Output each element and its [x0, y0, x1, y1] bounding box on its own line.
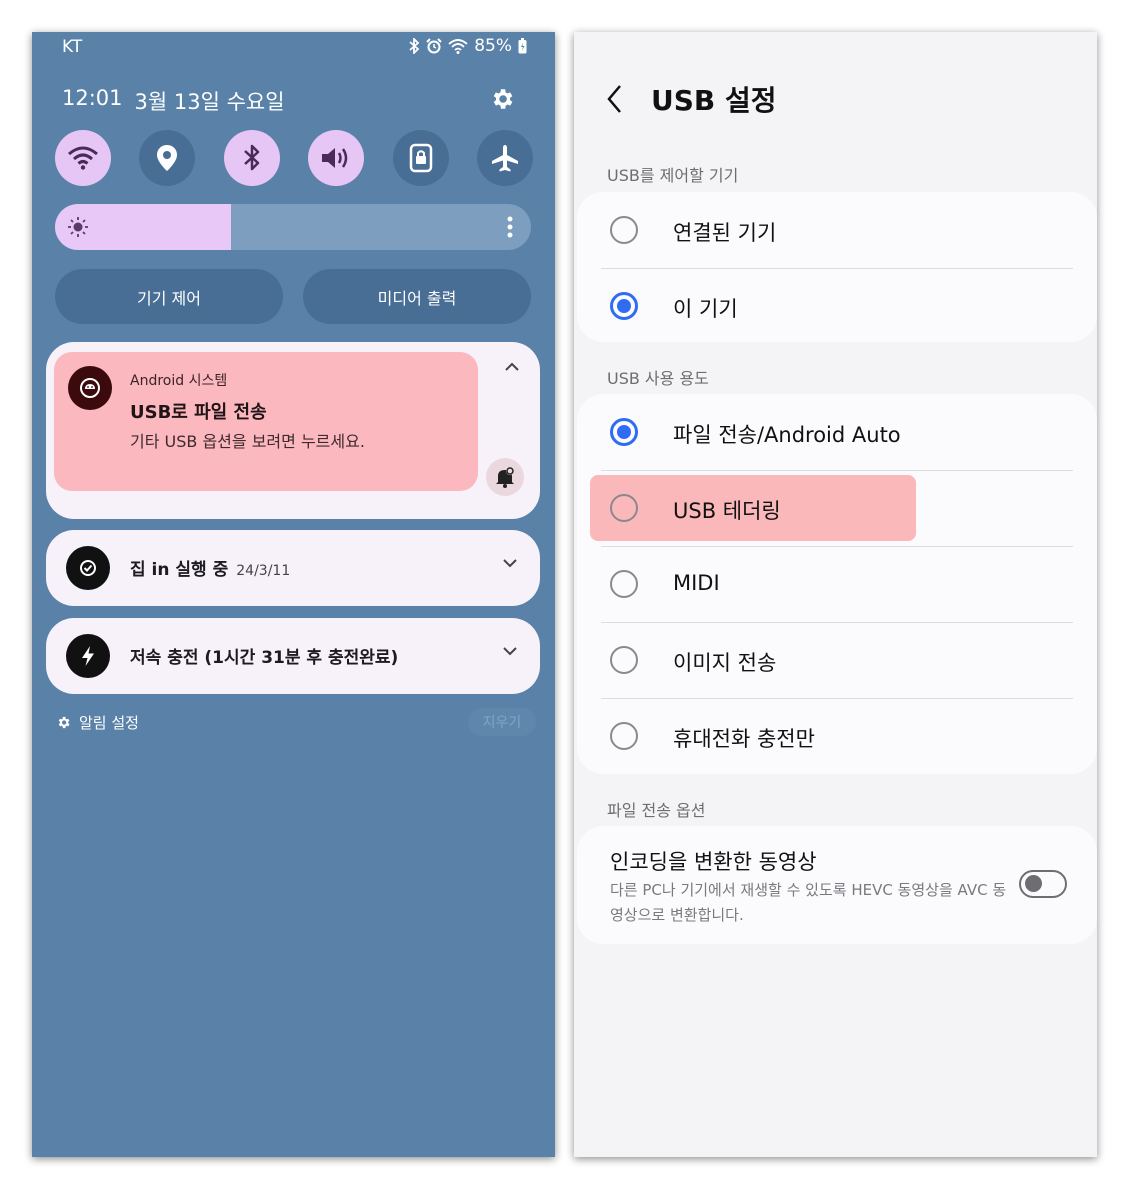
usage-option-file-transfer[interactable]: 파일 전송/Android Auto: [577, 394, 1097, 470]
location-icon: [157, 145, 178, 171]
qs-location-button[interactable]: [139, 130, 196, 186]
notification-app-name: Android 시스템: [130, 373, 228, 389]
controller-option-this-device[interactable]: 이 기기: [577, 268, 1097, 344]
usage-option-image-transfer[interactable]: 이미지 전송: [577, 622, 1097, 698]
airplane-icon: [491, 145, 518, 172]
usage-options: 파일 전송/Android Auto USB 테더링 MIDI 이미지 전송 휴…: [577, 394, 1097, 774]
controller-group: 연결된 기기 이 기기: [577, 192, 1097, 342]
gear-icon: [58, 716, 70, 729]
transcode-description: 다른 PC나 기기에서 재생할 수 있도록 HEVC 동영상을 AVC 동영상으…: [610, 881, 1007, 924]
radio-button[interactable]: [610, 216, 638, 244]
option-label: 연결된 기기: [673, 221, 777, 245]
page-title: USB 설정: [651, 84, 777, 117]
clock-time: 12:01: [62, 86, 123, 110]
app-check-icon: [66, 546, 110, 590]
notification-small-title: 집 in 실행 중 24/3/11: [130, 555, 290, 580]
bell-snooze-icon: [496, 467, 514, 488]
notification-highlight: Android 시스템 USB로 파일 전송 기타 USB 옵션을 보려면 누르…: [54, 352, 478, 491]
battery-icon: [518, 38, 527, 54]
qs-airplane-button[interactable]: [476, 130, 533, 186]
radio-button[interactable]: [610, 418, 638, 446]
back-arrow-icon[interactable]: [606, 84, 624, 114]
status-icons: 85%: [408, 36, 527, 56]
brightness-slider[interactable]: [55, 204, 531, 250]
usage-option-midi[interactable]: MIDI: [577, 546, 1097, 622]
qs-rotation-lock-button[interactable]: [392, 130, 449, 186]
notification-home-date: 24/3/11: [236, 563, 291, 579]
usb-notification-card[interactable]: Android 시스템 USB로 파일 전송 기타 USB 옵션을 보려면 누르…: [46, 342, 540, 519]
notification-card-charging[interactable]: 저속 충전 (1시간 31분 후 충전완료): [46, 618, 540, 694]
section-usage-label: USB 사용 용도: [607, 369, 709, 388]
notification-panel: KT 85% 12:01 3월 13일 수요일 기기 제어 미디어 출력 And…: [32, 32, 555, 1157]
clear-button[interactable]: 지우기: [468, 708, 536, 736]
quick-settings: [55, 130, 533, 186]
status-bar: KT 85%: [32, 32, 555, 62]
notification-settings-button[interactable]: 알림 설정: [56, 712, 139, 733]
alarm-icon: [426, 38, 442, 54]
usb-settings-screen: USB 설정 USB를 제어할 기기 연결된 기기 이 기기 USB 사용 용도…: [574, 32, 1097, 1157]
bluetooth-status-icon: [409, 38, 420, 54]
more-options-icon[interactable]: [507, 216, 513, 238]
radio-button[interactable]: [610, 646, 638, 674]
controller-option-connected[interactable]: 연결된 기기: [577, 192, 1097, 268]
section-controller-label: USB를 제어할 기기: [607, 166, 739, 185]
chevron-down-icon[interactable]: [502, 646, 518, 656]
usage-option-charge-only[interactable]: 휴대전화 충전만: [577, 698, 1097, 774]
radio-button[interactable]: [610, 494, 638, 522]
radio-button[interactable]: [610, 570, 638, 598]
wifi-icon: [68, 146, 98, 170]
sound-icon: [322, 148, 348, 168]
snooze-button[interactable]: [486, 458, 524, 496]
android-system-icon: [68, 366, 112, 410]
option-label: MIDI: [673, 571, 720, 595]
chevron-up-icon[interactable]: [504, 362, 520, 372]
device-control-button[interactable]: 기기 제어: [55, 269, 283, 324]
radio-button[interactable]: [610, 722, 638, 750]
section-file-options-label: 파일 전송 옵션: [607, 801, 706, 820]
qs-sound-button[interactable]: [308, 130, 365, 186]
option-label: 이 기기: [673, 297, 738, 321]
transcode-toggle[interactable]: [1019, 870, 1067, 898]
carrier-label: KT: [62, 37, 83, 57]
transcode-title: 인코딩을 변환한 동영상: [610, 850, 817, 874]
radio-button[interactable]: [610, 292, 638, 320]
option-label: 휴대전화 충전만: [673, 727, 815, 751]
option-label: 파일 전송/Android Auto: [673, 423, 901, 447]
option-label: 이미지 전송: [673, 651, 777, 675]
charging-icon: [66, 634, 110, 678]
notification-charging-title: 저속 충전 (1시간 31분 후 충전완료): [130, 648, 399, 668]
bluetooth-icon: [243, 144, 260, 171]
notification-settings-label: 알림 설정: [79, 714, 139, 732]
qs-bluetooth-button[interactable]: [223, 130, 280, 186]
media-output-button[interactable]: 미디어 출력: [303, 269, 531, 324]
option-label: USB 테더링: [673, 499, 781, 523]
rotation-lock-icon: [409, 143, 432, 173]
qs-wifi-button[interactable]: [55, 130, 111, 186]
wifi-status-icon: [448, 39, 468, 54]
clock-date: 12:01 3월 13일 수요일: [62, 86, 285, 116]
chevron-down-icon[interactable]: [502, 558, 518, 568]
battery-percent: 85%: [474, 36, 512, 56]
date-label: 3월 13일 수요일: [134, 90, 285, 114]
sun-icon: [68, 217, 88, 237]
notification-home-title: 집 in 실행 중: [130, 560, 229, 580]
notification-title: USB로 파일 전송: [130, 402, 267, 423]
usage-option-usb-tethering[interactable]: USB 테더링: [577, 470, 1097, 546]
transcode-setting[interactable]: 인코딩을 변환한 동영상 다른 PC나 기기에서 재생할 수 있도록 HEVC …: [577, 826, 1097, 944]
notification-card-home[interactable]: 집 in 실행 중 24/3/11: [46, 530, 540, 606]
notification-text: 기타 USB 옵션을 보려면 누르세요.: [130, 432, 365, 451]
gear-icon[interactable]: [489, 86, 515, 112]
